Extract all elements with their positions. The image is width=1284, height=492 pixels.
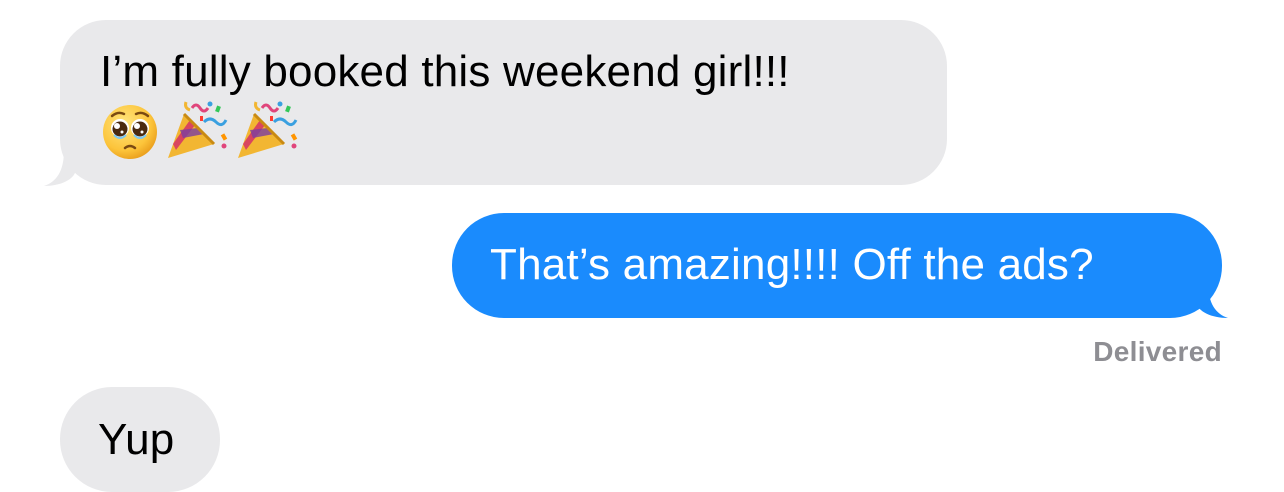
- message-text: That’s amazing!!!! Off the ads?: [490, 240, 1094, 289]
- party-popper-icon: [234, 100, 300, 162]
- message-text: I’m fully booked this weekend girl!!!: [100, 47, 790, 96]
- emoji-row: [100, 100, 907, 162]
- party-popper-icon: [164, 100, 230, 162]
- message-text: Yup: [98, 415, 175, 464]
- delivery-status: Delivered: [1093, 336, 1222, 367]
- pleading-face-icon: [100, 101, 160, 161]
- message-thread: I’m fully booked this weekend girl!!! Th…: [0, 0, 1284, 492]
- outgoing-message-bubble[interactable]: That’s amazing!!!! Off the ads?: [452, 213, 1222, 318]
- incoming-message-bubble[interactable]: Yup: [60, 387, 220, 492]
- incoming-message-bubble[interactable]: I’m fully booked this weekend girl!!!: [60, 20, 947, 185]
